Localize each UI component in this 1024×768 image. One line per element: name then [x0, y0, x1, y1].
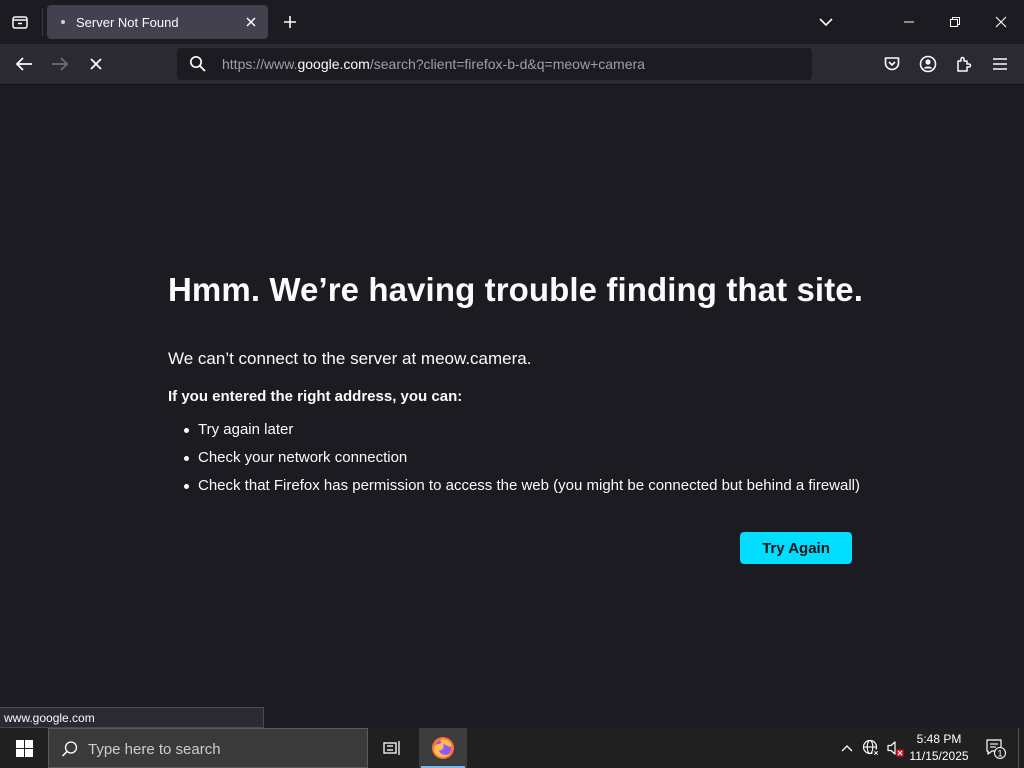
volume-muted-icon	[887, 741, 904, 757]
tab-list-dropdown[interactable]	[812, 10, 840, 34]
extensions-button[interactable]	[949, 50, 979, 78]
network-icon	[862, 739, 880, 757]
pocket-icon	[884, 57, 900, 71]
close-icon	[246, 17, 256, 27]
suggestion-list: Try again later Check your network conne…	[184, 421, 860, 505]
url-prefix: https://www.	[222, 56, 298, 72]
account-button[interactable]	[913, 50, 943, 78]
minimize-button[interactable]	[886, 0, 932, 44]
plus-icon	[284, 16, 296, 28]
task-view-button[interactable]	[370, 728, 414, 768]
chevron-up-icon	[841, 745, 853, 752]
stop-button[interactable]	[81, 50, 111, 78]
list-item: Check your network connection	[184, 449, 860, 477]
window-close-icon	[995, 16, 1007, 28]
windows-start-icon	[15, 739, 33, 757]
taskbar: Type here to search 5:48 PM 11/15/2025 1	[0, 728, 1024, 768]
taskbar-search-placeholder: Type here to search	[88, 741, 221, 758]
restore-button[interactable]	[932, 0, 978, 44]
clock-date: 11/15/2025	[909, 749, 969, 763]
account-icon	[919, 55, 937, 73]
error-page: Hmm. We’re having trouble finding that s…	[0, 85, 1024, 728]
url-text[interactable]: https://www.google.com/search?client=fir…	[222, 56, 645, 72]
start-button[interactable]	[0, 728, 48, 768]
pocket-button[interactable]	[877, 50, 907, 78]
new-tab-button[interactable]	[278, 9, 302, 35]
list-all-tabs-icon	[12, 16, 28, 29]
show-desktop-button[interactable]	[1018, 728, 1024, 768]
notification-count: 1	[997, 749, 1002, 759]
url-path: /search?client=firefox-b-d&q=meow+camera	[369, 56, 645, 72]
extensions-icon	[957, 56, 972, 72]
forward-arrow-icon	[52, 57, 69, 71]
taskbar-firefox-app[interactable]	[419, 728, 467, 768]
task-view-icon	[383, 741, 400, 755]
status-panel: www.google.com	[0, 707, 264, 728]
tab-favicon	[61, 20, 65, 24]
network-tray-button[interactable]	[860, 728, 882, 768]
url-bar[interactable]: https://www.google.com/search?client=fir…	[177, 48, 812, 80]
chevron-down-icon	[819, 18, 833, 27]
try-again-button[interactable]: Try Again	[740, 532, 852, 564]
app-menu-button[interactable]	[985, 50, 1015, 78]
list-item: Try again later	[184, 421, 860, 449]
list-item: Check that Firefox has permission to acc…	[184, 477, 860, 505]
tab-strip: Server Not Found	[0, 0, 1024, 44]
back-arrow-icon	[15, 57, 32, 71]
error-title: Hmm. We’re having trouble finding that s…	[168, 271, 864, 308]
taskbar-search[interactable]: Type here to search	[48, 728, 368, 768]
menu-icon	[993, 58, 1007, 70]
clock-time: 5:48 PM	[916, 732, 962, 746]
search-icon	[61, 741, 78, 757]
notification-icon: 1	[986, 739, 1006, 759]
show-hidden-icons-button[interactable]	[836, 728, 858, 768]
firefox-icon	[432, 737, 454, 759]
navigation-toolbar: https://www.google.com/search?client=fir…	[0, 44, 1024, 85]
volume-tray-button[interactable]	[884, 728, 906, 768]
list-all-tabs-button[interactable]	[6, 8, 34, 36]
notification-center-button[interactable]: 1	[980, 728, 1010, 768]
forward-button[interactable]	[45, 50, 75, 78]
tab-separator	[42, 8, 43, 36]
system-clock[interactable]: 5:48 PM 11/15/2025	[904, 731, 974, 765]
search-icon	[189, 55, 206, 72]
restore-icon	[950, 17, 960, 27]
minimize-icon	[904, 21, 914, 23]
back-button[interactable]	[9, 50, 39, 78]
window-close-button[interactable]	[978, 0, 1024, 44]
error-description: We can’t connect to the server at meow.c…	[168, 349, 532, 368]
url-domain: google.com	[297, 56, 370, 72]
error-subheading: If you entered the right address, you ca…	[168, 388, 463, 405]
tab-active[interactable]: Server Not Found	[47, 5, 268, 39]
tab-close-button[interactable]	[242, 13, 260, 31]
tab-title: Server Not Found	[76, 15, 179, 30]
stop-icon	[90, 58, 102, 70]
